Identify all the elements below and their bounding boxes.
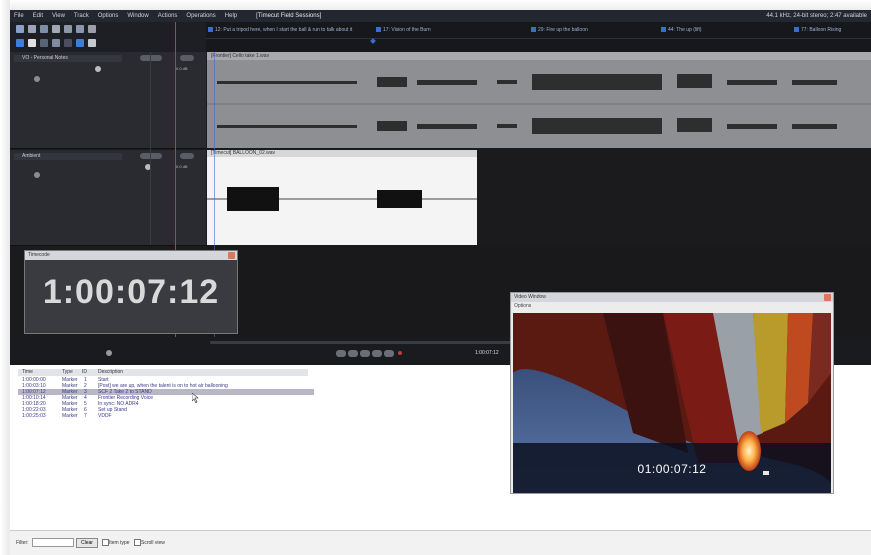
position-readout: 1:00:07:12 [475, 350, 499, 356]
filter-bar: Filter: Clear Item type Scroll view [10, 530, 871, 555]
marker-29[interactable]: 29: Fire up the balloon [531, 27, 588, 33]
col-description[interactable]: Description [98, 369, 123, 376]
menu-operations[interactable]: Operations [186, 10, 215, 22]
tool-envelope-icon[interactable] [28, 39, 36, 47]
grid-line [150, 52, 151, 245]
marker-17[interactable]: 17: Vision of the Burn [376, 27, 431, 33]
col-id[interactable]: ID [82, 369, 87, 376]
menu-window[interactable]: Window [127, 10, 148, 22]
row-time: 1:00:25:03 [22, 413, 46, 419]
clip-1-waveform [207, 74, 871, 134]
tool-undo-icon[interactable] [64, 25, 72, 33]
mouse-pointer-icon [192, 393, 199, 403]
menu-file[interactable]: File [14, 10, 24, 22]
clip-2-title: [Timecut] BALLOON_02.wav [211, 150, 276, 156]
track-2-mute-button[interactable] [180, 153, 194, 159]
pause-button[interactable] [360, 350, 370, 357]
toolbar [10, 22, 206, 52]
video-window-title[interactable]: Video Window [511, 293, 833, 302]
track-2-volume: 0.0 dB [176, 164, 188, 169]
video-timecode: 01:00:07:12 [637, 462, 707, 476]
close-icon[interactable] [228, 252, 235, 259]
tool-save-icon[interactable] [28, 25, 36, 33]
frame-top [0, 0, 871, 10]
stop-button[interactable] [372, 350, 382, 357]
track-2-pan-knob[interactable] [34, 172, 40, 178]
marker-12[interactable]: 12: Put a tripod here, when I start the … [208, 27, 352, 33]
track-1-pan-knob[interactable] [34, 76, 40, 82]
track-header-1[interactable]: VO - Personal Notes 0.0 dB [10, 52, 206, 149]
tool-zoom-icon[interactable] [52, 39, 60, 47]
item-type-label: Item type [109, 540, 130, 546]
cursor-marker-icon[interactable] [370, 38, 376, 44]
rate-slider-icon[interactable] [106, 350, 112, 356]
filter-label: Filter: [16, 540, 29, 546]
track-1-fx-button[interactable] [140, 55, 162, 61]
col-type[interactable]: Type [62, 369, 73, 376]
ruler-divider [206, 38, 871, 39]
clear-button[interactable]: Clear [76, 538, 98, 548]
filter-input[interactable] [32, 538, 74, 547]
audio-clip-1[interactable]: [Frontier] Cello take 1.wav [207, 52, 871, 148]
tool-split-icon[interactable] [40, 39, 48, 47]
tool-lock-icon[interactable] [88, 39, 96, 47]
frame-left [0, 0, 10, 555]
timecode-window-title[interactable]: Timecode [25, 251, 237, 260]
timeline-ruler[interactable]: 12: Put a tripod here, when I start the … [206, 22, 871, 52]
timecode-window[interactable]: Timecode 1:00:07:12 [24, 250, 238, 334]
project-name: [Timecut Field Sessions] [256, 13, 322, 19]
app-window: File Edit View Track Options Window Acti… [0, 0, 871, 555]
track-header-2[interactable]: Ambient 0.0 dB [10, 150, 206, 246]
row-type: Marker [62, 413, 78, 419]
marker-44[interactable]: 44: The up (lift) [661, 27, 702, 33]
row-desc: VDDF [98, 413, 112, 419]
video-window[interactable]: Video Window Options 01:00:07:12 [510, 292, 834, 494]
col-time[interactable]: Time [22, 369, 33, 376]
clip-1-title: [Frontier] Cello take 1.wav [211, 53, 270, 59]
record-icon[interactable] [398, 351, 402, 355]
tool-snap-icon[interactable] [64, 39, 72, 47]
menu-options[interactable]: Options [98, 10, 119, 22]
list-item[interactable]: 1:00:25:03 Marker 7 VDDF [18, 413, 314, 419]
play-button[interactable] [348, 350, 358, 357]
track-2-fx-button[interactable] [140, 153, 162, 159]
menu-help[interactable]: Help [225, 10, 237, 22]
track-name-2[interactable]: Ambient [14, 153, 122, 160]
close-icon[interactable] [824, 294, 831, 301]
marker-77[interactable]: 77: Balloon Rising [794, 27, 841, 33]
scroll-view-label: Scroll view [141, 540, 165, 546]
tool-cursor-icon[interactable] [16, 39, 24, 47]
go-to-start-button[interactable] [336, 350, 346, 357]
tool-edit-icon[interactable] [52, 25, 60, 33]
tool-marker-icon[interactable] [88, 25, 96, 33]
scroll-view-checkbox[interactable] [134, 539, 141, 546]
go-to-end-button[interactable] [384, 350, 394, 357]
menu-track[interactable]: Track [74, 10, 89, 22]
clip-2-waveform [207, 187, 477, 211]
tool-redo-icon[interactable] [76, 25, 84, 33]
tool-render-icon[interactable] [40, 25, 48, 33]
tool-loop-icon[interactable] [76, 39, 84, 47]
item-type-checkbox[interactable] [102, 539, 109, 546]
video-preview: 01:00:07:12 [513, 313, 831, 493]
menu-edit[interactable]: Edit [33, 10, 43, 22]
clear-button-label: Clear [81, 540, 93, 546]
menu-view[interactable]: View [52, 10, 65, 22]
tool-open-icon[interactable] [16, 25, 24, 33]
marker-list-header: Time Type ID Description [18, 369, 308, 376]
menu-bar: File Edit View Track Options Window Acti… [10, 10, 871, 22]
track-name-1[interactable]: VO - Personal Notes [14, 55, 122, 62]
menu-actions[interactable]: Actions [158, 10, 178, 22]
track-1-volume: 0.0 dB [176, 66, 188, 71]
audio-clip-2[interactable]: [Timecut] BALLOON_02.wav [207, 150, 477, 245]
track-1-volume-knob[interactable] [95, 66, 101, 72]
row-id: 7 [84, 413, 87, 419]
timecode-display: 1:00:07:12 [42, 273, 220, 311]
status-readout: 44.1 kHz, 24-bit stereo; 2:47 available [766, 13, 867, 19]
track-1-mute-button[interactable] [180, 55, 194, 61]
video-options-menu[interactable]: Options [514, 303, 531, 309]
